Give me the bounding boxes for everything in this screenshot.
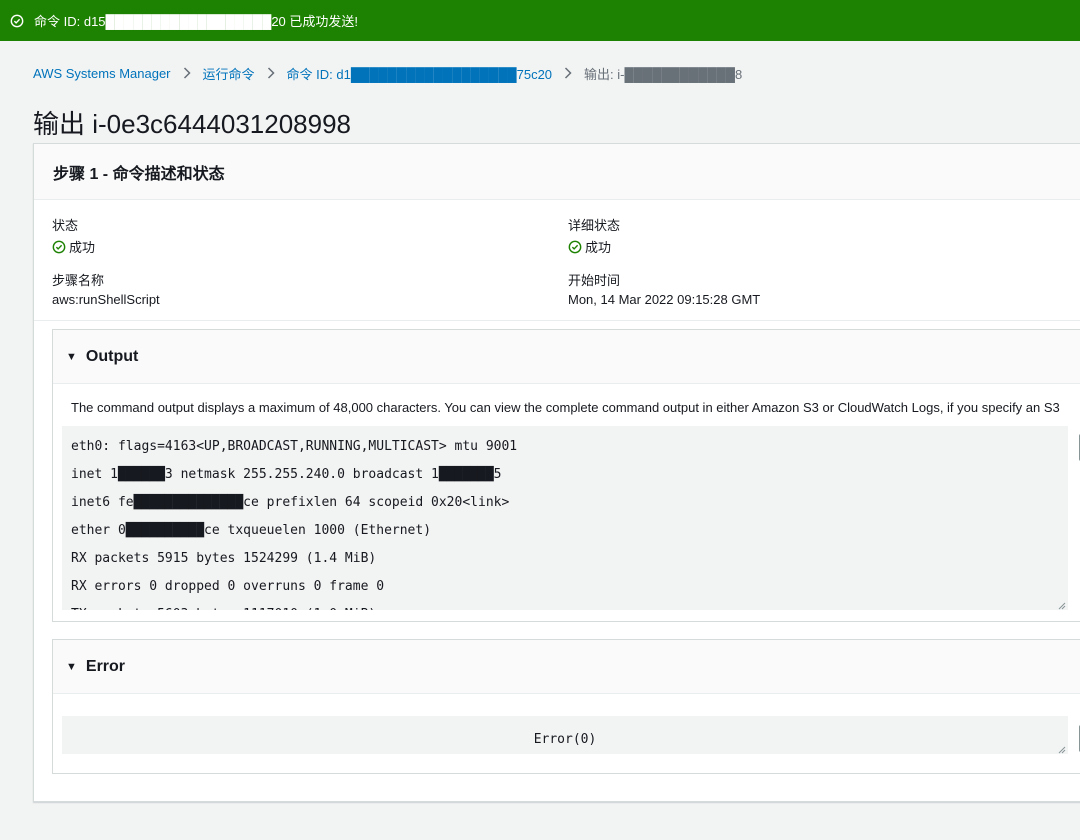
step-name-field: 步骤名称 aws:runShellScript [52, 270, 160, 307]
status-value: 成功 [52, 237, 95, 256]
output-line: inet6 fe██████████████ce prefixlen 64 sc… [71, 495, 510, 510]
caret-down-icon: ▼ [66, 350, 77, 363]
detail-status-value: 成功 [568, 237, 620, 256]
chevron-right-icon [183, 67, 191, 79]
status-field: 状态 成功 [52, 215, 95, 256]
resize-handle-icon[interactable] [1057, 599, 1066, 610]
output-line: RX packets 5915 bytes 1524299 (1.4 MiB) [71, 551, 377, 566]
error-section-title: Error [85, 657, 126, 675]
chevron-right-icon [267, 67, 275, 79]
breadcrumb-systems-manager[interactable]: AWS Systems Manager [33, 66, 171, 81]
output-line: RX errors 0 dropped 0 overruns 0 frame 0 [71, 579, 385, 594]
caret-down-icon: ▼ [66, 660, 77, 673]
output-note: The command output displays a maximum of… [71, 400, 1060, 415]
breadcrumb: AWS Systems Manager 运行命令 命令 ID: d1██████… [33, 64, 742, 82]
output-section: ▼ Output The command output displays a m… [52, 329, 1080, 622]
output-line: inet 1██████3 netmask 255.255.240.0 broa… [71, 467, 502, 482]
error-section-toggle[interactable]: ▼ Error [53, 640, 1080, 694]
check-circle-icon [10, 14, 34, 28]
detail-status-label: 详细状态 [568, 218, 621, 233]
start-time-field: 开始时间 Mon, 14 Mar 2022 09:15:28 GMT [568, 270, 760, 307]
status-text: 成功 [69, 240, 96, 255]
start-time-value: Mon, 14 Mar 2022 09:15:28 GMT [568, 292, 761, 307]
step-name-value: aws:runShellScript [52, 292, 160, 307]
breadcrumb-output-current: 输出: i-████████████8 [584, 66, 743, 82]
page-title: 输出 i-0e3c6444031208998 [33, 109, 352, 139]
detail-status-text: 成功 [585, 240, 612, 255]
breadcrumb-command-id[interactable]: 命令 ID: d1██████████████████75c20 [287, 64, 553, 83]
detail-status-field: 详细状态 成功 [568, 215, 620, 256]
output-section-title: Output [85, 347, 139, 365]
output-textarea[interactable]: eth0: flags=4163<UP,BROADCAST,RUNNING,MU… [62, 426, 1068, 610]
step-header: 步骤 1 - 命令描述和状态 [34, 144, 1080, 200]
output-section-toggle[interactable]: ▼ Output [53, 330, 1080, 384]
step-name-label: 步骤名称 [52, 273, 105, 288]
breadcrumb-run-command[interactable]: 运行命令 [203, 64, 255, 83]
step-details-container: 步骤 1 - 命令描述和状态 状态 成功 详细状态 成功 步骤名称 aws:ru… [33, 143, 1080, 802]
success-check-icon [52, 240, 69, 254]
error-section: ▼ Error Error(0) [52, 639, 1080, 774]
success-check-icon [568, 240, 585, 254]
chevron-right-icon [564, 67, 572, 79]
resize-handle-icon[interactable] [1057, 743, 1066, 754]
error-text: Error(0) [533, 731, 597, 747]
flash-message: 命令 ID: d15██████████████████20 已成功发送! [34, 14, 358, 29]
output-line: ether 0██████████ce txqueuelen 1000 (Eth… [71, 523, 432, 538]
output-line: eth0: flags=4163<UP,BROADCAST,RUNNING,MU… [71, 439, 518, 454]
success-flashbar: 命令 ID: d15██████████████████20 已成功发送! [0, 0, 1080, 41]
status-label: 状态 [52, 218, 79, 233]
divider [34, 320, 1080, 321]
start-time-label: 开始时间 [568, 273, 621, 288]
output-line: TX packets 5603 bytes 1117010 (1.0 MiB) [62, 601, 1068, 610]
error-textarea[interactable]: Error(0) [62, 716, 1068, 754]
